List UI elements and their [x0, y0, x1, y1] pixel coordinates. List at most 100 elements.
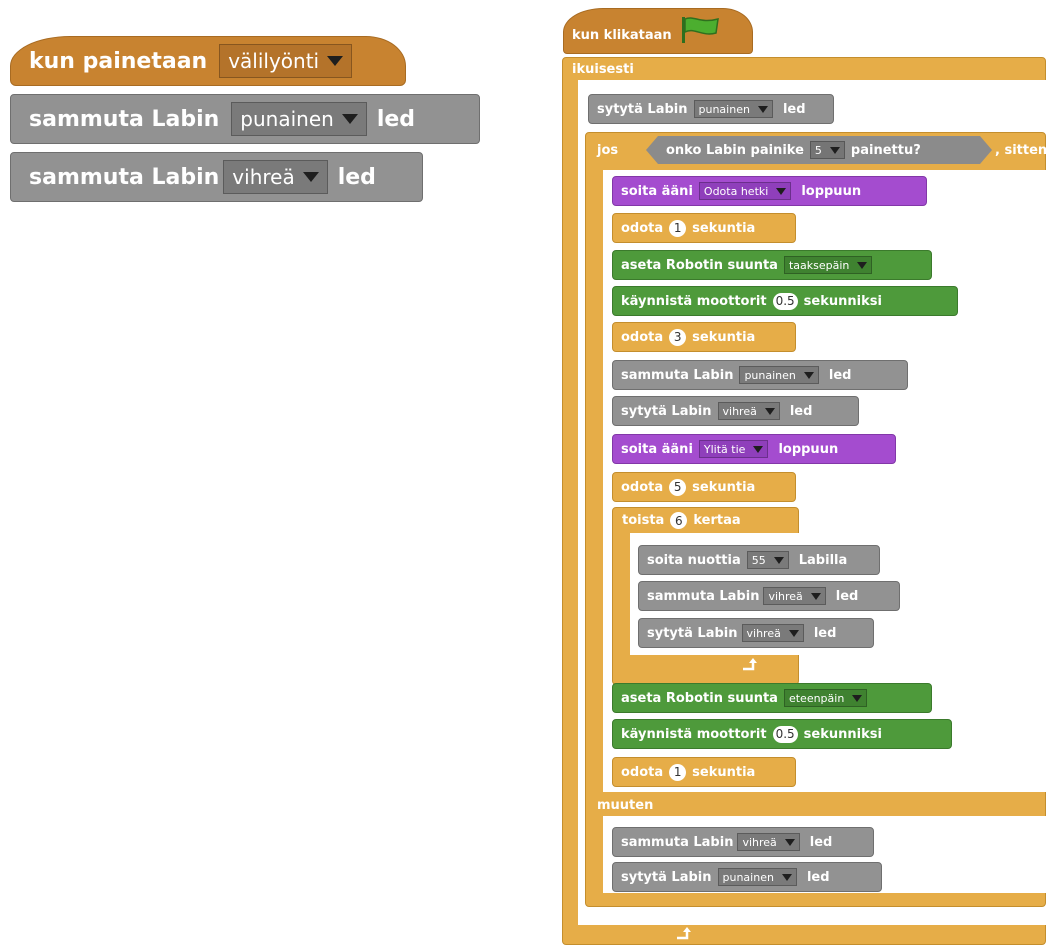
note-dropdown[interactable]: 55 — [746, 551, 789, 569]
block-label: odota — [621, 479, 664, 495]
block-suffix: sekuntia — [692, 220, 756, 236]
button-pressed-condition[interactable]: onko Labin painike 5 painettu? — [646, 136, 992, 164]
seconds-input[interactable]: 1 — [669, 763, 687, 781]
turn-on-led-block[interactable]: sytytä Labin punainen led — [588, 94, 834, 124]
when-flag-clicked-hat[interactable]: kun klikataan — [563, 8, 753, 54]
led-color-value: punainen — [698, 102, 750, 116]
set-robot-direction-block[interactable]: aseta Robotin suunta taaksepäin — [612, 250, 932, 280]
chevron-down-icon — [781, 873, 792, 881]
wait-seconds-block[interactable]: odota 5 sekuntia — [612, 472, 796, 502]
repeat-count-input[interactable]: 6 — [670, 512, 688, 529]
button-number-value: 5 — [814, 143, 822, 157]
led-color-dropdown[interactable]: vihreä — [717, 402, 780, 420]
turn-off-led-block[interactable]: sammuta Labin vihreä led — [638, 581, 900, 611]
block-suffix: sekuntia — [692, 329, 756, 345]
wait-seconds-block[interactable]: odota 1 sekuntia — [612, 757, 796, 787]
turn-off-led-block[interactable]: sammuta Labin vihreä led — [10, 152, 423, 202]
start-motors-block[interactable]: käynnistä moottorit 0.5 sekunniksi — [612, 719, 952, 749]
block-label: sytytä Labin — [621, 869, 712, 885]
chevron-down-icon — [810, 592, 821, 600]
sound-dropdown[interactable]: Ylitä tie — [698, 440, 769, 458]
chevron-down-icon — [302, 172, 319, 182]
wait-seconds-block[interactable]: odota 1 sekuntia — [612, 213, 796, 243]
seconds-input[interactable]: 3 — [669, 328, 687, 346]
loop-arrow-icon — [743, 658, 757, 671]
sound-value: Odota hetki — [703, 184, 769, 198]
start-motors-block[interactable]: käynnistä moottorit 0.5 sekunniksi — [612, 286, 958, 316]
led-color-value: punainen — [240, 107, 334, 131]
chevron-down-icon — [784, 838, 795, 846]
block-label: sytytä Labin — [597, 101, 688, 117]
block-suffix: sekunniksi — [803, 726, 882, 742]
play-sound-until-done-block[interactable]: soita ääni Odota hetki loppuun — [612, 176, 927, 206]
block-suffix: loppuun — [778, 441, 839, 457]
chevron-down-icon — [764, 407, 775, 415]
green-flag-icon[interactable] — [678, 15, 722, 43]
block-suffix: kertaa — [693, 513, 741, 528]
led-color-dropdown[interactable]: punainen — [693, 100, 773, 118]
chevron-down-icon — [788, 629, 799, 637]
block-label: soita ääni — [621, 183, 693, 199]
direction-dropdown[interactable]: taaksepäin — [783, 256, 873, 274]
chevron-down-icon — [803, 371, 814, 379]
duration-input[interactable]: 0.5 — [772, 292, 798, 310]
led-color-dropdown[interactable]: vihreä — [737, 833, 800, 851]
when-key-pressed-hat[interactable]: kun painetaan välilyönti — [10, 36, 406, 86]
play-note-block[interactable]: soita nuottia 55 Labilla — [638, 545, 880, 575]
else-label: muuten — [597, 798, 654, 813]
direction-dropdown[interactable]: eteenpäin — [783, 689, 868, 707]
block-label: sammuta Labin — [29, 106, 220, 132]
sound-dropdown[interactable]: Odota hetki — [698, 182, 792, 200]
block-label: odota — [621, 220, 664, 236]
led-color-value: vihreä — [722, 404, 757, 418]
block-label: sytytä Labin — [647, 625, 738, 641]
block-suffix: sekuntia — [692, 479, 756, 495]
block-label: sammuta Labin — [621, 367, 734, 383]
then-label: , sitten — [995, 143, 1046, 158]
seconds-input[interactable]: 5 — [669, 478, 687, 496]
led-color-value: vihreä — [746, 626, 781, 640]
chevron-down-icon — [857, 261, 868, 269]
hat-label: kun klikataan — [572, 28, 672, 43]
block-label: sytytä Labin — [621, 403, 712, 419]
wait-seconds-block[interactable]: odota 3 sekuntia — [612, 322, 796, 352]
duration-input[interactable]: 0.5 — [772, 725, 798, 743]
turn-on-led-block[interactable]: sytytä Labin vihreä led — [612, 396, 859, 426]
led-color-dropdown[interactable]: vihreä — [223, 160, 328, 194]
turn-on-led-block[interactable]: sytytä Labin vihreä led — [638, 618, 874, 648]
block-suffix: led — [782, 101, 806, 117]
led-color-value: vihreä — [232, 165, 295, 189]
block-label: sammuta Labin — [621, 834, 734, 850]
turn-on-led-block[interactable]: sytytä Labin punainen led — [612, 862, 882, 892]
block-suffix: led — [376, 106, 416, 132]
key-dropdown[interactable]: välilyönti — [219, 44, 353, 78]
led-color-dropdown[interactable]: punainen — [231, 102, 367, 136]
block-suffix: led — [806, 869, 830, 885]
turn-off-led-block[interactable]: sammuta Labin punainen led — [10, 94, 480, 144]
block-suffix: led — [813, 625, 837, 641]
forever-label: ikuisesti — [572, 62, 634, 77]
led-color-dropdown[interactable]: vihreä — [741, 624, 804, 642]
block-suffix: loppuun — [801, 183, 862, 199]
led-color-dropdown[interactable]: punainen — [739, 366, 819, 384]
turn-off-led-block[interactable]: sammuta Labin punainen led — [612, 360, 908, 390]
loop-arrow-icon — [677, 927, 691, 940]
block-suffix: led — [789, 403, 813, 419]
set-robot-direction-block[interactable]: aseta Robotin suunta eteenpäin — [612, 683, 932, 713]
led-color-value: punainen — [744, 368, 796, 382]
turn-off-led-block[interactable]: sammuta Labin vihreä led — [612, 827, 874, 857]
block-suffix: sekunniksi — [803, 293, 882, 309]
block-suffix: led — [835, 588, 859, 604]
led-color-dropdown[interactable]: punainen — [717, 868, 797, 886]
chevron-down-icon — [773, 556, 784, 564]
chevron-down-icon — [852, 694, 863, 702]
block-label: toista — [622, 513, 665, 528]
chevron-down-icon — [830, 147, 840, 154]
led-color-dropdown[interactable]: vihreä — [763, 587, 826, 605]
led-color-value: punainen — [722, 870, 774, 884]
block-suffix: led — [337, 164, 376, 190]
play-sound-until-done-block[interactable]: soita ääni Ylitä tie loppuun — [612, 434, 896, 464]
block-label: odota — [621, 329, 664, 345]
seconds-input[interactable]: 1 — [669, 219, 687, 237]
button-number-dropdown[interactable]: 5 — [810, 141, 845, 159]
